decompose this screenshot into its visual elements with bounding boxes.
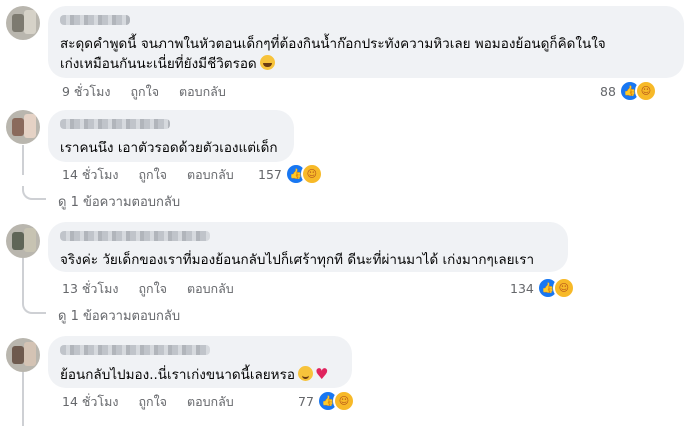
timestamp[interactable]: 14 ชั่วโมง — [62, 394, 118, 409]
reaction-count: 88 — [600, 83, 616, 99]
comment-bubble: จริงค่ะ วัยเด็กของเราที่มองย้อนกลับไปก็เ… — [48, 222, 568, 272]
timestamp[interactable]: 14 ชั่วโมง — [62, 167, 118, 182]
author-name[interactable] — [60, 231, 210, 241]
avatar[interactable] — [6, 6, 40, 40]
comment-1: สะดุดคำพูดนี้ จนภาพในหัวตอนเด็กๆที่ต้องก… — [0, 0, 689, 102]
avatar[interactable] — [6, 224, 40, 258]
care-icon: ☺ — [332, 390, 355, 412]
like-button[interactable]: ถูกใจ — [130, 84, 159, 99]
author-name[interactable] — [60, 15, 130, 25]
comment-bubble: ย้อนกลับไปมอง..นี่เราเก่งขนาดนี้เลยหรอ ♥ — [48, 336, 352, 388]
comment-text: เราคนนึง เอาตัวรอดด้วยตัวเองแต่เด็ก — [60, 140, 278, 156]
reply-button[interactable]: ตอบกลับ — [187, 167, 234, 182]
comment-text: สะดุดคำพูดนี้ จนภาพในหัวตอนเด็กๆที่ต้องก… — [60, 36, 606, 72]
like-button[interactable]: ถูกใจ — [138, 281, 167, 296]
comment-actions: 13 ชั่วโมง ถูกใจ ตอบกลับ — [62, 279, 250, 299]
avatar[interactable] — [6, 110, 40, 144]
reaction-summary[interactable]: 88 👍 ☺ — [600, 80, 657, 102]
view-replies-link[interactable]: ดู 1 ข้อความตอบกลับ — [58, 191, 180, 212]
timestamp[interactable]: 13 ชั่วโมง — [62, 281, 118, 296]
grinning-sweat-emoji — [259, 55, 275, 70]
reaction-summary[interactable]: 77 👍 ☺ — [298, 390, 355, 412]
comment-bubble: สะดุดคำพูดนี้ จนภาพในหัวตอนเด็กๆที่ต้องก… — [48, 6, 684, 78]
reaction-count: 157 — [258, 166, 282, 182]
comment-3: จริงค่ะ วัยเด็กของเราที่มองย้อนกลับไปก็เ… — [0, 222, 689, 302]
heart-icon: ♥ — [314, 365, 329, 383]
reaction-summary[interactable]: 157 👍 ☺ — [258, 163, 323, 185]
reaction-summary[interactable]: 134 👍 ☺ — [510, 277, 575, 299]
comment-4: ย้อนกลับไปมอง..นี่เราเก่งขนาดนี้เลยหรอ ♥ … — [0, 336, 689, 426]
comment-bubble: เราคนนึง เอาตัวรอดด้วยตัวเองแต่เด็ก — [48, 110, 294, 162]
reply-button[interactable]: ตอบกลับ — [187, 281, 234, 296]
reaction-count: 134 — [510, 280, 534, 296]
care-icon: ☺ — [634, 80, 657, 102]
smiling-emoji — [297, 366, 313, 381]
view-replies-link[interactable]: ดู 1 ข้อความตอบกลับ — [58, 305, 180, 326]
thread-line — [22, 372, 24, 426]
reply-connector — [22, 300, 46, 314]
comment-actions: 14 ชั่วโมง ถูกใจ ตอบกลับ — [62, 392, 250, 412]
avatar[interactable] — [6, 338, 40, 372]
comment-actions: 14 ชั่วโมง ถูกใจ ตอบกลับ — [62, 165, 250, 185]
thread-line — [22, 258, 24, 304]
reply-connector — [22, 186, 46, 200]
reply-button[interactable]: ตอบกลับ — [179, 84, 226, 99]
like-button[interactable]: ถูกใจ — [138, 167, 167, 182]
like-button[interactable]: ถูกใจ — [138, 394, 167, 409]
comment-text: จริงค่ะ วัยเด็กของเราที่มองย้อนกลับไปก็เ… — [60, 252, 535, 268]
comment-actions: 9 ชั่วโมง ถูกใจ ตอบกลับ — [62, 82, 242, 102]
reply-button[interactable]: ตอบกลับ — [187, 394, 234, 409]
reaction-count: 77 — [298, 393, 314, 409]
timestamp[interactable]: 9 ชั่วโมง — [62, 84, 111, 99]
care-icon: ☺ — [552, 277, 575, 299]
author-name[interactable] — [60, 119, 170, 129]
comment-text: ย้อนกลับไปมอง..นี่เราเก่งขนาดนี้เลยหรอ ♥ — [60, 365, 329, 383]
care-icon: ☺ — [300, 163, 323, 185]
author-name[interactable] — [60, 345, 210, 355]
